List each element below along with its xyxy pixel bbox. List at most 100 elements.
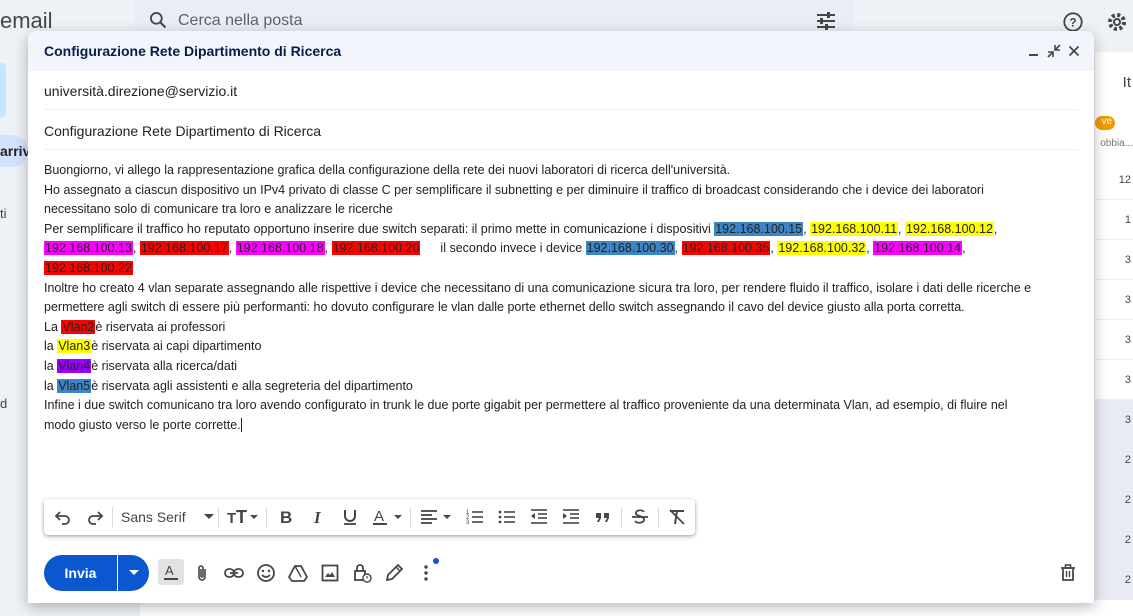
- help-icon[interactable]: ?: [1062, 11, 1084, 33]
- separator-text: ,: [324, 241, 332, 256]
- ip-highlight: 192.168.100.15: [714, 221, 804, 236]
- compose-fab-edge[interactable]: [0, 62, 6, 118]
- badge: ve: [1095, 116, 1115, 130]
- list-item[interactable]: 3: [1095, 400, 1133, 440]
- signature-icon[interactable]: [382, 561, 406, 585]
- body-line: necessitano solo di comunicare tra loro …: [44, 202, 393, 217]
- separator-text: ,: [132, 241, 140, 256]
- gear-icon[interactable]: [1105, 10, 1129, 34]
- align-icon[interactable]: [418, 506, 454, 528]
- body-text-segment: la: [44, 378, 58, 393]
- font-size-icon[interactable]: TT: [226, 506, 262, 528]
- compose-window: Configurazione Rete Dipartimento di Rice…: [28, 31, 1094, 603]
- ip-highlight: 192.168.100.14: [873, 241, 963, 256]
- strikethrough-icon[interactable]: [629, 506, 651, 528]
- italic-icon[interactable]: I: [307, 506, 329, 528]
- attach-icon[interactable]: [190, 561, 214, 585]
- toolbar-divider: [266, 507, 267, 527]
- compose-title: Configurazione Rete Dipartimento di Rice…: [44, 43, 342, 59]
- insert-photo-icon[interactable]: [318, 561, 342, 585]
- confidential-mode-icon[interactable]: [350, 561, 374, 585]
- vlan-highlight: Vlan4: [57, 358, 92, 373]
- ip-highlight: 192.168.100.12: [905, 221, 994, 236]
- indent-less-icon[interactable]: [528, 506, 550, 528]
- body-text-segment: la: [44, 358, 58, 373]
- formatting-options-icon[interactable]: A: [158, 559, 184, 585]
- vlan-highlight: Vlan2: [61, 319, 96, 334]
- ip-highlight: 192.168.100.13: [44, 241, 133, 256]
- recipients-field[interactable]: università.direzione@servizio.it: [44, 83, 237, 99]
- list-item[interactable]: 2: [1095, 520, 1133, 560]
- drive-icon[interactable]: [286, 561, 310, 585]
- redo-icon[interactable]: [84, 506, 106, 528]
- close-icon[interactable]: [1066, 43, 1082, 59]
- separator-text: ,: [228, 241, 236, 256]
- numbered-list-icon[interactable]: 123: [464, 506, 486, 528]
- body-line: la Vlan4è riservata alla ricerca/dati: [44, 357, 1084, 377]
- list-item[interactable]: 2: [1095, 480, 1133, 520]
- text-color-icon[interactable]: A: [371, 506, 405, 528]
- vlan-highlight: Vlan3: [57, 339, 92, 354]
- bulleted-list-icon[interactable]: [496, 506, 518, 528]
- send-options-button[interactable]: [118, 555, 149, 591]
- body-line: 192.168.100.13, 192.168.100.17, 192.168.…: [44, 239, 1084, 259]
- search-options-icon[interactable]: [815, 11, 837, 31]
- link-icon[interactable]: [222, 561, 246, 585]
- svg-text:A: A: [374, 508, 384, 525]
- body-text-segment: è riservata ai capi dipartimento: [91, 339, 262, 354]
- ip-highlight: 192.168.100.11: [810, 221, 899, 236]
- font-family-select[interactable]: Sans Serif: [121, 506, 215, 528]
- svg-text:T: T: [227, 510, 236, 526]
- svg-text:A: A: [165, 563, 174, 578]
- text-cursor: [240, 418, 242, 433]
- svg-text:I: I: [313, 508, 322, 526]
- toolbar-divider: [218, 507, 219, 527]
- bold-icon[interactable]: B: [275, 506, 297, 528]
- body-line: permettere agli switch di essere più per…: [44, 300, 965, 315]
- undo-icon[interactable]: [52, 506, 74, 528]
- exit-fullscreen-icon[interactable]: [1046, 43, 1062, 59]
- list-item[interactable]: 3: [1095, 240, 1133, 280]
- separator-text: ,: [993, 221, 998, 236]
- chevron-down-icon: [128, 570, 139, 575]
- sidebar-item-fragment[interactable]: d: [0, 396, 7, 411]
- svg-text:B: B: [280, 508, 292, 526]
- list-item[interactable]: 3: [1095, 280, 1133, 320]
- svg-text:3: 3: [466, 520, 470, 526]
- minimize-icon[interactable]: [1026, 43, 1042, 59]
- ip-highlight: 192.168.100.35: [681, 241, 771, 256]
- email-list-row-partial: [140, 603, 1095, 616]
- message-body[interactable]: Buongiorno, vi allego la rappresentazion…: [44, 161, 1084, 435]
- body-line: La Vlan2è riservata ai professori: [44, 318, 1084, 338]
- send-button[interactable]: Invia: [44, 555, 117, 591]
- underline-icon[interactable]: [339, 506, 361, 528]
- sidebar-item-inbox[interactable]: arrivi: [0, 135, 28, 167]
- list-item[interactable]: 12: [1095, 160, 1133, 200]
- indent-more-icon[interactable]: [560, 506, 582, 528]
- emoji-icon[interactable]: [254, 561, 278, 585]
- list-item[interactable]: 3: [1095, 320, 1133, 360]
- vlan-highlight: Vlan5: [57, 378, 92, 393]
- body-text-segment: la: [44, 339, 58, 354]
- clear-formatting-icon[interactable]: [666, 506, 688, 528]
- list-item[interactable]: 2: [1095, 440, 1133, 480]
- compose-header[interactable]: Configurazione Rete Dipartimento di Rice…: [28, 31, 1094, 71]
- discard-draft-icon[interactable]: [1056, 561, 1080, 585]
- list-item[interactable]: 1: [1095, 200, 1133, 240]
- body-text-segment: Per semplificare il traffico ho reputato…: [44, 221, 715, 236]
- ip-highlight: 192.168.100.22: [44, 260, 133, 275]
- list-item[interactable]: 2: [1095, 560, 1133, 600]
- search-input[interactable]: Cerca nella posta: [178, 12, 303, 30]
- search-icon[interactable]: [148, 10, 168, 30]
- svg-text:?: ?: [1069, 16, 1076, 30]
- quote-icon[interactable]: [592, 506, 614, 528]
- ip-highlight: 192.168.100.18: [235, 241, 325, 256]
- body-line: Inoltre ho creato 4 vlan separate assegn…: [44, 280, 1032, 295]
- divider: [44, 149, 1078, 150]
- email-list-edge: It ve obbia... 12 1 3 3 3 3 3 2 2 2 2: [1095, 52, 1133, 616]
- sidebar-item-fragment[interactable]: ti: [0, 206, 7, 221]
- more-options-icon[interactable]: [414, 561, 438, 585]
- subject-field[interactable]: Configurazione Rete Dipartimento di Rice…: [44, 123, 321, 139]
- list-item[interactable]: 3: [1095, 360, 1133, 400]
- body-line: Ho assegnato a ciascun dispositivo un IP…: [44, 182, 984, 197]
